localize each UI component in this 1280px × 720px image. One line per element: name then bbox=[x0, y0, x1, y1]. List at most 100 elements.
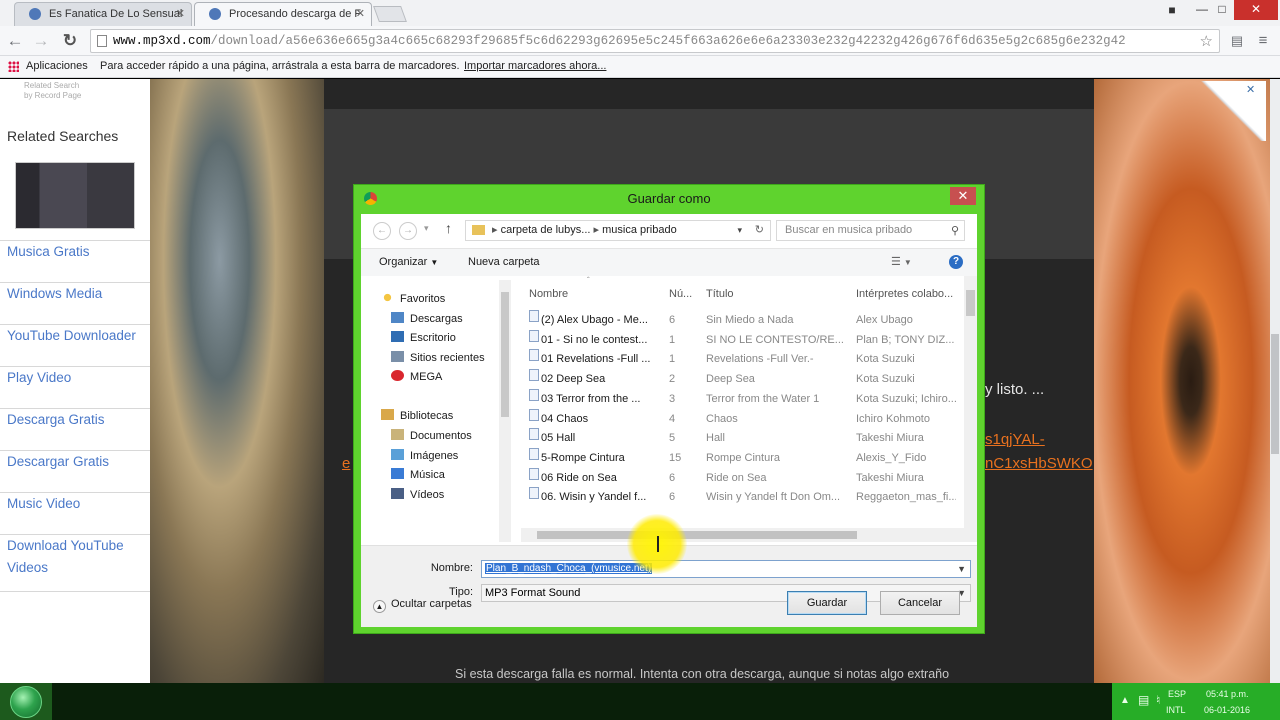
related-link-7[interactable]: Music Video bbox=[0, 492, 150, 515]
chevron-down-icon[interactable]: ▼ bbox=[957, 561, 966, 577]
network-icon[interactable]: ▤ bbox=[1138, 693, 1149, 707]
file-row[interactable]: 03 Terror from the ... 3 Terror from the W… bbox=[521, 388, 961, 409]
bookmarks-hint: Para acceder rápido a una página, arrást… bbox=[100, 60, 460, 72]
audio-file-icon bbox=[529, 487, 539, 500]
forward-arrow-icon[interactable]: → bbox=[399, 222, 417, 240]
nav-pane-scrollbar-thumb[interactable] bbox=[501, 292, 509, 417]
column-header-artists[interactable]: Intérpretes colabo... bbox=[856, 288, 953, 300]
file-row[interactable]: (2) Alex Ubago - Me... 6 Sin Miedo a Nada A… bbox=[521, 310, 961, 330]
breadcrumb-segment-2[interactable]: musica pribado bbox=[602, 224, 677, 236]
related-link-4[interactable]: Play Video bbox=[0, 366, 150, 389]
nav-pane-scrollbar[interactable] bbox=[499, 280, 511, 542]
file-artist: Takeshi Miura bbox=[856, 471, 924, 484]
nav-music[interactable]: Música bbox=[391, 467, 445, 483]
related-link-5[interactable]: Descarga Gratis bbox=[0, 408, 150, 431]
nav-desktop[interactable]: Escritorio bbox=[391, 330, 456, 346]
related-link-8[interactable]: Download YouTube Videos bbox=[0, 534, 150, 579]
tray-expand-icon[interactable]: ▲ bbox=[1120, 695, 1130, 706]
file-row[interactable]: 05 Hall 5 Hall Takeshi Miura bbox=[521, 428, 961, 448]
recent-locations-icon[interactable]: ▾ bbox=[424, 223, 429, 234]
dialog-close-button[interactable]: ✕ bbox=[950, 187, 976, 205]
forward-arrow-icon[interactable]: → bbox=[30, 30, 52, 52]
clock-date[interactable]: 06-01-2016 bbox=[1204, 705, 1250, 715]
apps-shortcut[interactable]: Aplicaciones bbox=[26, 56, 88, 76]
download-note: Si esta descarga falla es normal. Intent… bbox=[455, 667, 950, 681]
column-header-name[interactable]: Nombre bbox=[529, 288, 568, 300]
close-icon[interactable]: ✕ bbox=[356, 3, 365, 25]
language-code[interactable]: ESP bbox=[1168, 689, 1186, 699]
file-list-horizontal-scrollbar-thumb[interactable] bbox=[537, 531, 857, 539]
page-scrollbar[interactable] bbox=[1270, 79, 1280, 683]
new-folder-button[interactable]: Nueva carpeta bbox=[468, 249, 540, 275]
organize-menu[interactable]: Organizar ▼ bbox=[379, 249, 438, 276]
related-link-3[interactable]: YouTube Downloader bbox=[0, 324, 150, 347]
file-track-number: 6 bbox=[669, 314, 676, 326]
menu-icon[interactable]: ≡ bbox=[1252, 30, 1274, 52]
reload-icon[interactable]: ↻ bbox=[59, 30, 81, 52]
refresh-icon[interactable]: ↻ bbox=[755, 221, 764, 240]
file-row[interactable]: 06 Ride on Sea 6 Ride on Sea Takeshi Miura bbox=[521, 467, 961, 488]
window-close-button[interactable]: ✕ bbox=[1234, 0, 1278, 20]
nav-mega[interactable]: MEGA bbox=[391, 369, 442, 385]
star-icon[interactable]: ☆ bbox=[1200, 30, 1213, 52]
nav-libraries[interactable]: Bibliotecas bbox=[381, 408, 453, 424]
save-button[interactable]: Guardar bbox=[787, 591, 867, 615]
file-row[interactable]: 5-Rompe Cintura 15 Rompe Cintura Alexis_Y_F… bbox=[521, 447, 961, 468]
related-thumbnail[interactable] bbox=[15, 162, 135, 229]
restore-button[interactable]: □ bbox=[1208, 0, 1236, 20]
new-tab-button[interactable] bbox=[373, 6, 407, 22]
background-link-3[interactable]: e bbox=[342, 455, 350, 472]
import-bookmarks-link[interactable]: Importar marcadores ahora... bbox=[464, 56, 606, 76]
tab-2[interactable]: Procesando descarga de F ✕ bbox=[194, 2, 372, 26]
nav-pictures[interactable]: Imágenes bbox=[391, 448, 458, 464]
volume-icon[interactable]: ♮ bbox=[1156, 693, 1160, 707]
breadcrumb-segment-1[interactable]: carpeta de lubys... bbox=[501, 224, 591, 236]
background-photo-right bbox=[1094, 79, 1270, 683]
address-bar[interactable]: www.mp3xd.com/download/a56e636e665g3a4c6… bbox=[90, 29, 1220, 53]
file-row[interactable]: 01 - Si no le contest... 1 SI NO LE CONTES… bbox=[521, 329, 961, 350]
search-icon[interactable]: ⚲ bbox=[951, 221, 959, 240]
file-row[interactable]: 06. Wisin y Yandel f... 6 Wisin y Yandel f… bbox=[521, 487, 961, 507]
related-link-2[interactable]: Windows Media bbox=[0, 282, 150, 305]
close-icon[interactable]: ✕ bbox=[176, 3, 185, 25]
filename-input[interactable]: Plan_B_ndash_Choca_(vmusice.net) ▼ bbox=[481, 560, 971, 578]
background-link-2[interactable]: nC1xsHbSWKO bbox=[985, 455, 1093, 472]
cancel-button[interactable]: Cancelar bbox=[880, 591, 960, 615]
view-options-icon[interactable]: ☰ ▼ bbox=[891, 249, 912, 276]
file-row[interactable]: 04 Chaos 4 Chaos Ichiro Kohmoto bbox=[521, 408, 961, 429]
tab-1[interactable]: Es Fanatica De Lo Sensual ✕ bbox=[14, 2, 192, 26]
filename-label: Nombre: bbox=[430, 562, 473, 574]
start-button[interactable] bbox=[0, 683, 52, 720]
back-arrow-icon[interactable]: ← bbox=[373, 222, 391, 240]
file-list-vertical-scrollbar[interactable] bbox=[964, 276, 977, 528]
back-arrow-icon[interactable]: ← bbox=[4, 30, 26, 52]
chevron-down-icon[interactable]: ▾ bbox=[737, 221, 742, 240]
nav-documents[interactable]: Documentos bbox=[391, 428, 472, 444]
file-list-vertical-scrollbar-thumb[interactable] bbox=[966, 290, 975, 316]
hide-folders-toggle[interactable]: ▲ Ocultar carpetas bbox=[373, 598, 472, 613]
file-row[interactable]: 02 Deep Sea 2 Deep Sea Kota Suzuki bbox=[521, 369, 961, 389]
clock-time[interactable]: 05:41 p.m. bbox=[1206, 689, 1249, 699]
file-row[interactable]: 01 Revelations -Full ... 1 Revelations -Fu… bbox=[521, 349, 961, 369]
related-link-6[interactable]: Descargar Gratis bbox=[0, 450, 150, 473]
extension-icon[interactable]: ▤ bbox=[1226, 30, 1248, 52]
page-peel-ad[interactable] bbox=[1200, 81, 1266, 141]
nav-favorites[interactable]: Favoritos bbox=[381, 291, 445, 307]
column-header-number[interactable]: Nú... bbox=[669, 288, 692, 300]
nav-recent-places[interactable]: Sitios recientes bbox=[391, 350, 485, 366]
folder-search-input[interactable]: Buscar en musica pribado ⚲ bbox=[776, 220, 965, 241]
file-list-horizontal-scrollbar[interactable] bbox=[521, 528, 977, 542]
help-icon[interactable]: ? bbox=[949, 255, 963, 269]
up-arrow-icon[interactable]: ↑ bbox=[445, 220, 452, 236]
peel-close-icon[interactable]: ✕ bbox=[1246, 83, 1255, 96]
nav-downloads[interactable]: Descargas bbox=[391, 311, 463, 327]
background-link-1[interactable]: s1qjYAL- bbox=[985, 431, 1045, 448]
column-header-title[interactable]: Título bbox=[706, 288, 734, 300]
nav-videos[interactable]: Vídeos bbox=[391, 487, 444, 503]
user-icon[interactable]: ■ bbox=[1158, 1, 1186, 21]
related-link-1[interactable]: Musica Gratis bbox=[0, 240, 150, 263]
page-scrollbar-thumb[interactable] bbox=[1271, 334, 1279, 454]
keyboard-layout[interactable]: INTL bbox=[1166, 705, 1186, 715]
apps-grid-icon[interactable] bbox=[8, 61, 19, 72]
path-breadcrumb[interactable]: ▸ carpeta de lubys... ▸ musica pribado ▾… bbox=[465, 220, 771, 241]
